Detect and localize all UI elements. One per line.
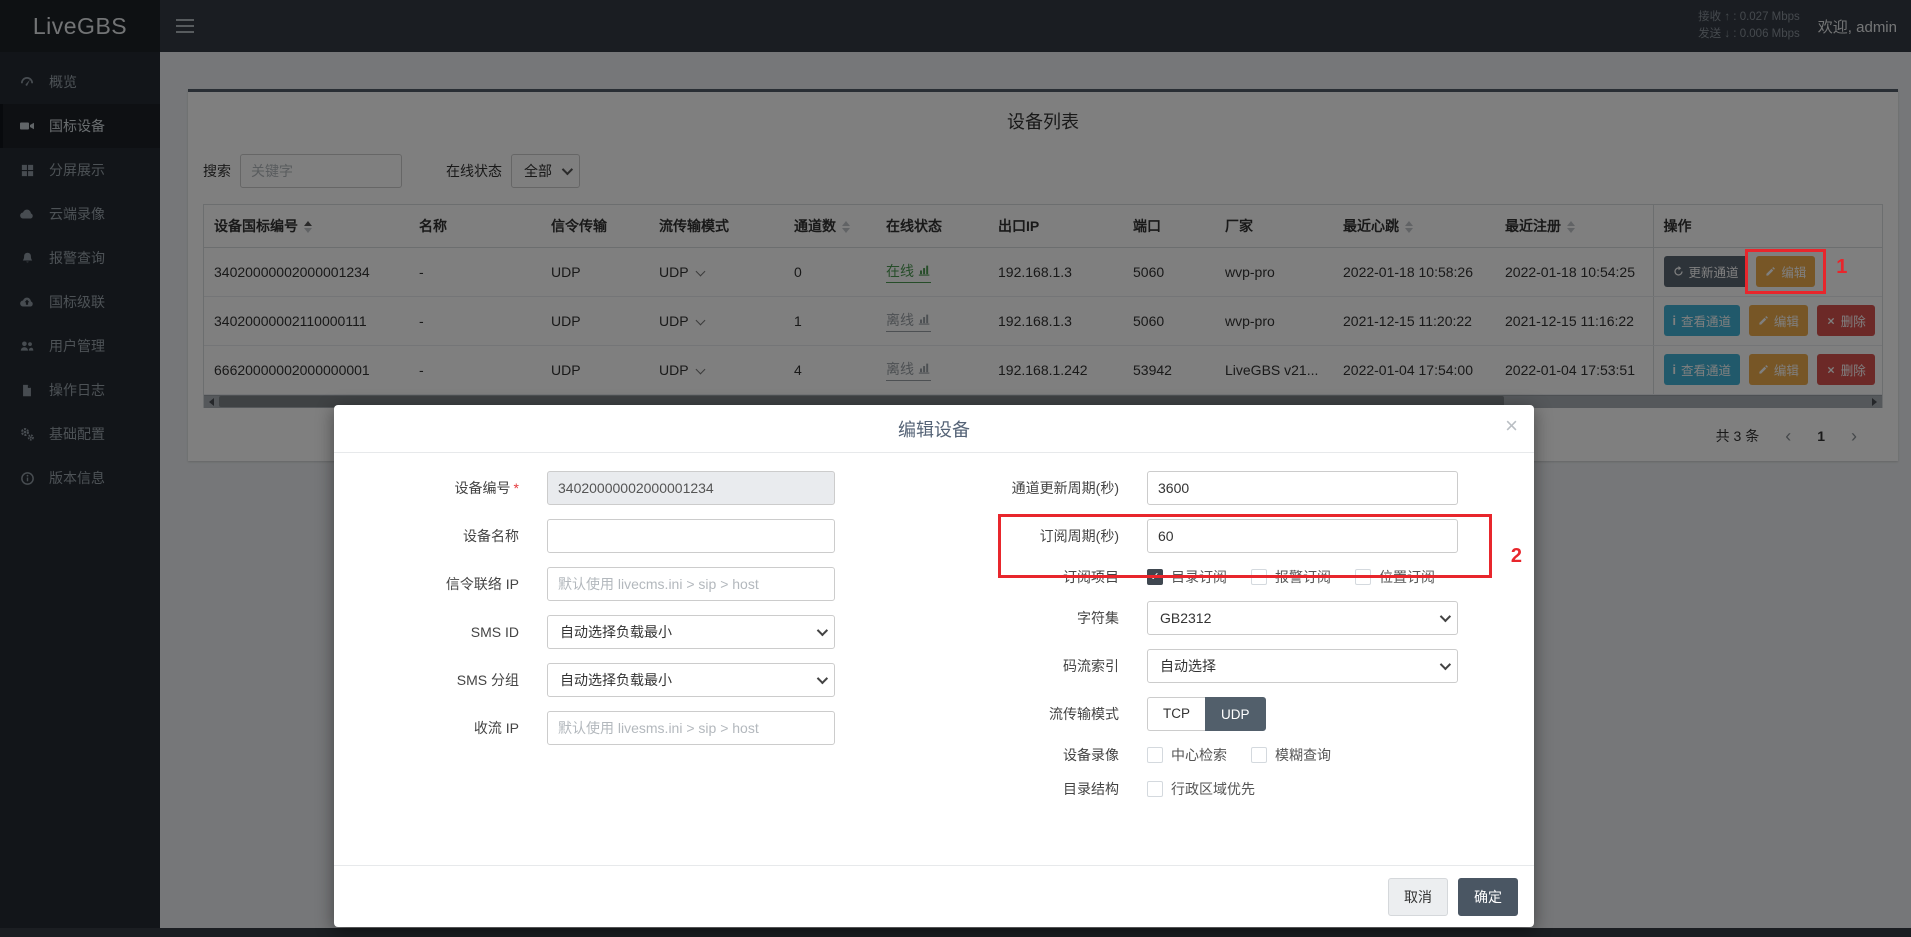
- annotation-number-2: 2: [1511, 545, 1522, 568]
- field-dir-structure: 目录结构 行政区域优先: [914, 779, 1489, 799]
- stream-mode-toggle: TCP UDP: [1147, 697, 1266, 731]
- field-sms-id: SMS ID 自动选择负载最小: [379, 615, 879, 649]
- sms-id-select[interactable]: 自动选择负载最小: [547, 615, 835, 649]
- modal-left-column: 设备编号* 设备名称 信令联络 IP SMS ID 自动选择负载最小 SMS 分…: [379, 471, 879, 813]
- field-device-name: 设备名称: [379, 519, 879, 553]
- close-icon[interactable]: ×: [1505, 415, 1518, 437]
- position-subscribe-checkbox[interactable]: 位置订阅: [1355, 567, 1435, 587]
- catalog-subscribe-checkbox[interactable]: 目录订阅: [1147, 567, 1227, 587]
- sms-group-select[interactable]: 自动选择负载最小: [547, 663, 835, 697]
- alarm-subscribe-checkbox[interactable]: 报警订阅: [1251, 567, 1331, 587]
- subscribe-period-input[interactable]: [1147, 519, 1458, 553]
- checkbox-icon: [1147, 747, 1163, 763]
- chevron-down-icon: [817, 673, 828, 684]
- fuzzy-query-checkbox[interactable]: 模糊查询: [1251, 745, 1331, 765]
- field-charset: 字符集 GB2312: [914, 601, 1489, 635]
- checkbox-icon: [1147, 569, 1163, 585]
- stream-index-select[interactable]: 自动选择: [1147, 649, 1458, 683]
- tcp-option[interactable]: TCP: [1147, 697, 1205, 731]
- charset-select[interactable]: GB2312: [1147, 601, 1458, 635]
- field-channel-update-period: 通道更新周期(秒): [914, 471, 1489, 505]
- udp-option[interactable]: UDP: [1205, 697, 1266, 731]
- field-stream-index: 码流索引 自动选择: [914, 649, 1489, 683]
- admin-region-priority-checkbox[interactable]: 行政区域优先: [1147, 779, 1255, 799]
- center-search-checkbox[interactable]: 中心检索: [1147, 745, 1227, 765]
- field-signal-contact-ip: 信令联络 IP: [379, 567, 879, 601]
- receive-stream-ip-input[interactable]: [547, 711, 835, 745]
- annotation-number-1: 1: [1836, 256, 1847, 279]
- confirm-button[interactable]: 确定: [1458, 878, 1518, 916]
- modal-title: 编辑设备: [898, 416, 970, 442]
- checkbox-icon: [1355, 569, 1371, 585]
- modal-footer: 取消 确定: [334, 865, 1534, 927]
- field-sms-group: SMS 分组 自动选择负载最小: [379, 663, 879, 697]
- annotation-2-zone: 订阅周期(秒) 订阅项目 目录订阅 报警订阅: [914, 519, 1489, 587]
- chevron-down-icon: [817, 625, 828, 636]
- chevron-down-icon: [1440, 659, 1451, 670]
- modal-header: 编辑设备 ×: [334, 405, 1534, 453]
- cancel-button[interactable]: 取消: [1388, 878, 1448, 916]
- channel-update-period-input[interactable]: [1147, 471, 1458, 505]
- device-id-input: [547, 471, 835, 505]
- signal-contact-ip-input[interactable]: [547, 567, 835, 601]
- field-stream-mode: 流传输模式 TCP UDP: [914, 697, 1489, 731]
- field-subscribe-items: 订阅项目 目录订阅 报警订阅 位置订阅: [914, 567, 1489, 587]
- modal-body: 设备编号* 设备名称 信令联络 IP SMS ID 自动选择负载最小 SMS 分…: [334, 453, 1534, 813]
- modal-right-column: 通道更新周期(秒) 订阅周期(秒) 订阅项目 目录订阅: [879, 471, 1489, 813]
- field-receive-stream-ip: 收流 IP: [379, 711, 879, 745]
- chevron-down-icon: [1440, 611, 1451, 622]
- checkbox-icon: [1251, 747, 1267, 763]
- field-device-id: 设备编号*: [379, 471, 879, 505]
- device-name-input[interactable]: [547, 519, 835, 553]
- field-device-record: 设备录像 中心检索 模糊查询: [914, 745, 1489, 765]
- checkbox-icon: [1251, 569, 1267, 585]
- required-asterisk: *: [514, 480, 519, 496]
- edit-device-modal: 编辑设备 × 设备编号* 设备名称 信令联络 IP SMS ID 自动选择负载最…: [334, 405, 1534, 927]
- field-subscribe-period: 订阅周期(秒): [914, 519, 1489, 553]
- checkbox-icon: [1147, 781, 1163, 797]
